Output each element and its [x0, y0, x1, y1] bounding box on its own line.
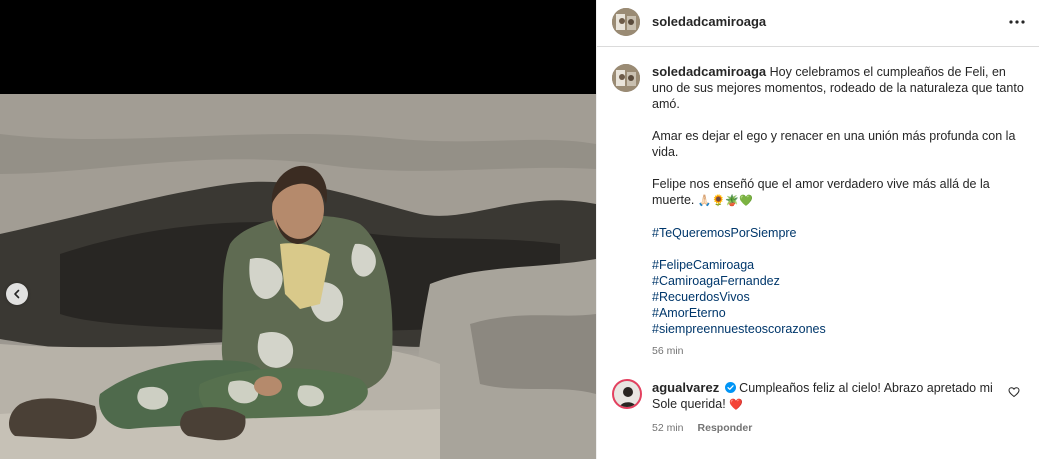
- caption-timestamp[interactable]: 56 min: [652, 343, 1027, 359]
- commenter-avatar[interactable]: [612, 379, 642, 409]
- chevron-left-icon: [14, 289, 20, 299]
- verified-badge-icon: [724, 382, 736, 393]
- author-username[interactable]: soledadcamiroaga: [652, 14, 766, 29]
- caption-body: soledadcamiroaga Hoy celebramos el cumpl…: [652, 64, 1027, 359]
- photo-illustration: [0, 94, 596, 459]
- comment-meta: 52 min Responder: [652, 422, 752, 434]
- hashtag-link[interactable]: #CamiroagaFernandez: [652, 273, 1027, 289]
- hashtag-link[interactable]: #RecuerdosVivos: [652, 289, 1027, 305]
- hashtag-list: #FelipeCamiroaga #CamiroagaFernandez #Re…: [652, 257, 1027, 337]
- comment-body: agualvarez Cumpleaños feliz al cielo! Ab…: [652, 380, 997, 413]
- caption-username[interactable]: soledadcamiroaga: [652, 64, 766, 79]
- more-options-button[interactable]: [1008, 13, 1026, 31]
- previous-image-button[interactable]: [6, 283, 28, 305]
- post-header: soledadcamiroaga: [597, 0, 1039, 47]
- reply-button[interactable]: Responder: [698, 422, 753, 434]
- comment-item: agualvarez Cumpleaños feliz al cielo! Ab…: [612, 377, 1032, 437]
- commenter-username[interactable]: agualvarez: [652, 380, 719, 395]
- post-media: [0, 0, 596, 459]
- post-side-panel: soledadcamiroaga soledadcamiroaga Hoy ce…: [596, 0, 1039, 459]
- caption-author-avatar[interactable]: [612, 64, 640, 92]
- post-photo[interactable]: [0, 94, 596, 459]
- more-horizontal-icon: [1009, 20, 1025, 24]
- heart-icon[interactable]: [1008, 386, 1020, 398]
- caption-emojis: 🙏🏻🌻🪴💚: [697, 194, 753, 207]
- hashtag-link[interactable]: #TeQueremosPorSiempre: [652, 225, 1027, 241]
- caption-text-2: Amar es dejar el ego y renacer en una un…: [652, 129, 1016, 159]
- comment-emoji: ❤️: [729, 398, 743, 411]
- author-avatar[interactable]: [612, 8, 640, 36]
- hashtag-link[interactable]: #FelipeCamiroaga: [652, 257, 1027, 273]
- comment-timestamp[interactable]: 52 min: [652, 422, 684, 434]
- hashtag-link[interactable]: #AmorEterno: [652, 305, 1027, 321]
- hashtag-link[interactable]: #siempreennuesteoscorazones: [652, 321, 1027, 337]
